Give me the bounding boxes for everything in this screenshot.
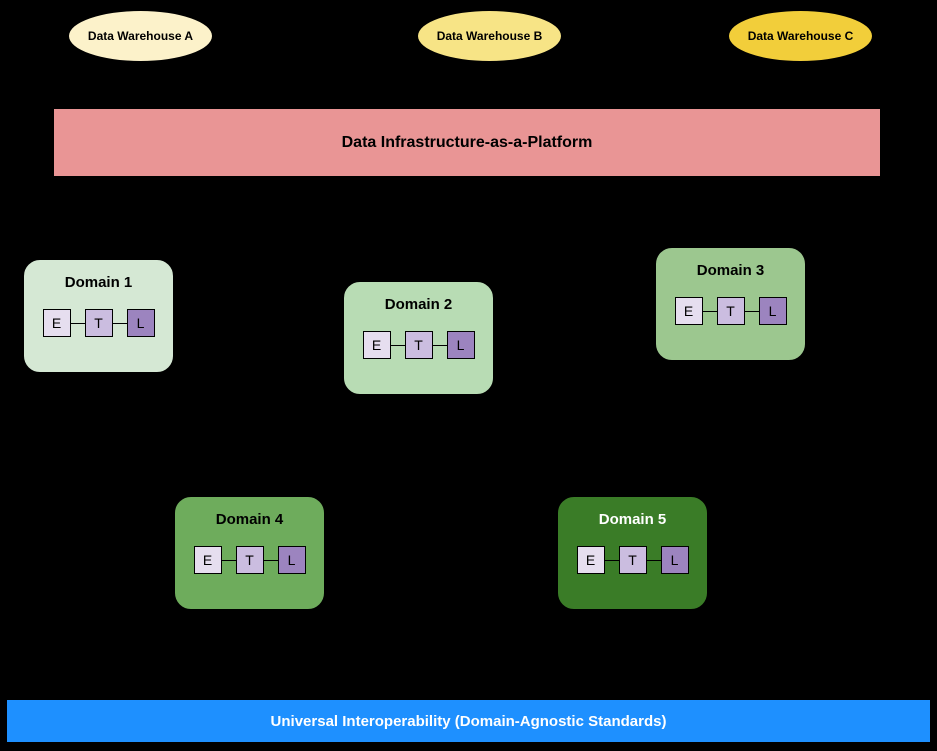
domain-3-title: Domain 3 (668, 262, 793, 279)
etl-t-box: T (85, 309, 113, 337)
data-warehouse-a: Data Warehouse A (68, 10, 213, 62)
etl-e-box: E (363, 331, 391, 359)
etl-e-box: E (194, 546, 222, 574)
platform-label: Data Infrastructure-as-a-Platform (342, 134, 593, 152)
etl-connector (113, 323, 127, 324)
etl-connector (71, 323, 85, 324)
etl-t-box: T (619, 546, 647, 574)
domain-1-etl: E T L (36, 309, 161, 337)
etl-connector (745, 311, 759, 312)
domain-3-etl: E T L (668, 297, 793, 325)
warehouse-a-label: Data Warehouse A (88, 29, 193, 43)
domain-5: Domain 5 E T L (556, 495, 709, 611)
etl-l-box: L (661, 546, 689, 574)
domain-1-title: Domain 1 (36, 274, 161, 291)
data-warehouse-b: Data Warehouse B (417, 10, 562, 62)
platform-bar: Data Infrastructure-as-a-Platform (53, 108, 881, 177)
etl-t-box: T (717, 297, 745, 325)
etl-connector (433, 345, 447, 346)
etl-connector (647, 560, 661, 561)
diagram-canvas: Data Warehouse A Data Warehouse B Data W… (0, 0, 937, 751)
etl-e-box: E (43, 309, 71, 337)
domain-2: Domain 2 E T L (342, 280, 495, 396)
domain-1: Domain 1 E T L (22, 258, 175, 374)
etl-connector (264, 560, 278, 561)
footer-label: Universal Interoperability (Domain-Agnos… (271, 713, 667, 730)
warehouse-b-label: Data Warehouse B (437, 29, 543, 43)
domain-2-etl: E T L (356, 331, 481, 359)
domain-2-title: Domain 2 (356, 296, 481, 313)
etl-e-box: E (577, 546, 605, 574)
etl-l-box: L (447, 331, 475, 359)
domain-5-title: Domain 5 (570, 511, 695, 528)
etl-connector (391, 345, 405, 346)
footer-bar: Universal Interoperability (Domain-Agnos… (6, 699, 931, 743)
domain-4: Domain 4 E T L (173, 495, 326, 611)
etl-t-box: T (236, 546, 264, 574)
warehouse-c-label: Data Warehouse C (748, 29, 854, 43)
etl-connector (222, 560, 236, 561)
domain-3: Domain 3 E T L (654, 246, 807, 362)
domain-4-etl: E T L (187, 546, 312, 574)
etl-l-box: L (759, 297, 787, 325)
etl-l-box: L (127, 309, 155, 337)
etl-e-box: E (675, 297, 703, 325)
etl-connector (703, 311, 717, 312)
data-warehouse-c: Data Warehouse C (728, 10, 873, 62)
etl-l-box: L (278, 546, 306, 574)
etl-t-box: T (405, 331, 433, 359)
domain-5-etl: E T L (570, 546, 695, 574)
domain-4-title: Domain 4 (187, 511, 312, 528)
etl-connector (605, 560, 619, 561)
